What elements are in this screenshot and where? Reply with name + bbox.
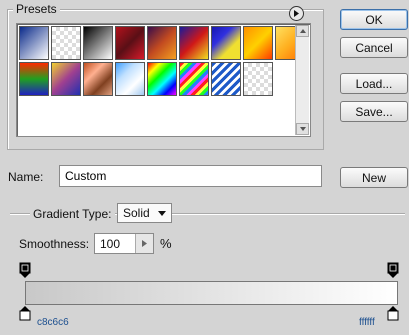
right-arrow-icon bbox=[142, 240, 147, 247]
chevron-down-icon bbox=[158, 211, 166, 216]
preset-swatch[interactable] bbox=[147, 62, 177, 96]
preset-swatch[interactable] bbox=[211, 62, 241, 96]
preset-swatch[interactable] bbox=[51, 26, 81, 60]
chevron-down-icon bbox=[300, 127, 306, 131]
smoothness-field[interactable]: 100 bbox=[94, 233, 154, 254]
preset-swatch[interactable] bbox=[147, 26, 177, 60]
color-stop-right[interactable] bbox=[387, 306, 399, 321]
opacity-stop-right[interactable] bbox=[387, 262, 399, 279]
preset-swatch[interactable] bbox=[19, 62, 49, 96]
left-stop-hex: c8c6c6 bbox=[37, 317, 69, 328]
preset-swatch[interactable] bbox=[83, 26, 113, 60]
smoothness-value: 100 bbox=[100, 237, 121, 251]
preset-swatch-grid bbox=[19, 26, 305, 96]
gradient-type-label: Gradient Type: bbox=[30, 207, 115, 221]
opacity-stop-left[interactable] bbox=[19, 262, 31, 279]
save-button[interactable]: Save... bbox=[340, 101, 408, 122]
cancel-button[interactable]: Cancel bbox=[340, 37, 408, 58]
name-label: Name: bbox=[8, 170, 44, 184]
right-arrow-circle-icon[interactable] bbox=[289, 6, 304, 21]
name-field[interactable] bbox=[59, 165, 322, 187]
preset-swatch[interactable] bbox=[51, 62, 81, 96]
presets-title: Presets bbox=[13, 2, 60, 16]
preset-swatch[interactable] bbox=[83, 62, 113, 96]
preset-swatch[interactable] bbox=[179, 62, 209, 96]
preset-swatch[interactable] bbox=[115, 62, 145, 96]
smoothness-stepper[interactable] bbox=[135, 234, 153, 253]
right-stop-hex: ffffff bbox=[359, 317, 375, 328]
load-button[interactable]: Load... bbox=[340, 73, 408, 94]
preset-swatch[interactable] bbox=[179, 26, 209, 60]
ok-button[interactable]: OK bbox=[340, 9, 408, 30]
color-stop-left[interactable] bbox=[19, 306, 31, 321]
preset-swatch[interactable] bbox=[243, 26, 273, 60]
smoothness-label: Smoothness: bbox=[19, 237, 90, 251]
preset-swatch[interactable] bbox=[115, 26, 145, 60]
preset-scrollbar[interactable] bbox=[295, 25, 309, 135]
chevron-up-icon bbox=[300, 29, 306, 33]
preset-swatch-list[interactable] bbox=[16, 23, 311, 137]
scroll-up-button[interactable] bbox=[296, 25, 309, 37]
preset-swatch[interactable] bbox=[19, 26, 49, 60]
scroll-down-button[interactable] bbox=[296, 123, 309, 135]
gradient-type-select[interactable]: Solid bbox=[117, 203, 172, 223]
gradient-preview-bar[interactable] bbox=[25, 281, 398, 305]
preset-swatch[interactable] bbox=[211, 26, 241, 60]
preset-swatch[interactable] bbox=[243, 62, 273, 96]
gradient-type-value: Solid bbox=[123, 206, 150, 220]
new-button[interactable]: New bbox=[340, 167, 408, 188]
percent-sign: % bbox=[160, 236, 172, 251]
